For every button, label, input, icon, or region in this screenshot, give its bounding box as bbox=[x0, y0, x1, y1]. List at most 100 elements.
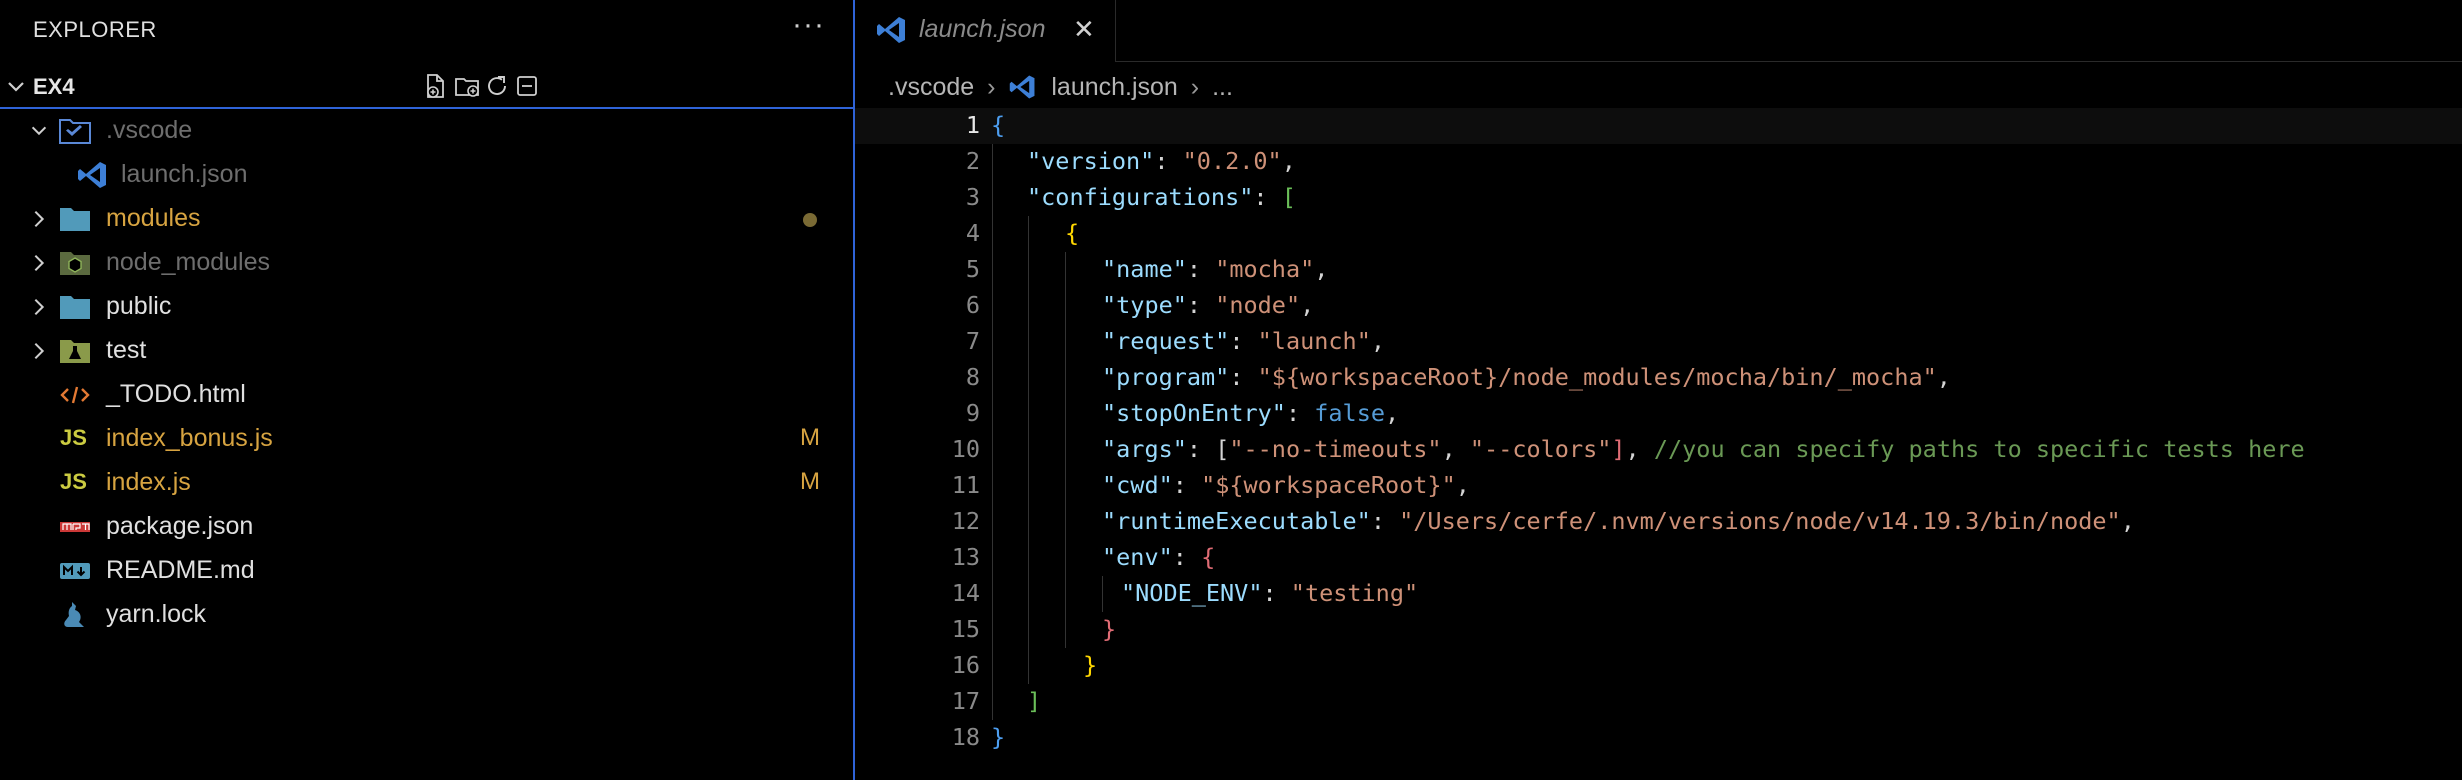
line-number: 18 bbox=[951, 723, 980, 751]
breadcrumb-file[interactable]: launch.json bbox=[1051, 73, 1177, 102]
tree-file-package-json[interactable]: package.json bbox=[0, 504, 853, 548]
vscode-logo-icon bbox=[1010, 75, 1035, 99]
code-text: "NODE_ENV": "testing" bbox=[1121, 579, 1419, 607]
tree-folder-vscode[interactable]: .vscode bbox=[0, 108, 853, 152]
modified-badge: M bbox=[800, 468, 820, 495]
code-line[interactable]: 6 "type": "node", bbox=[855, 288, 2462, 324]
tree-item-label: test bbox=[106, 336, 147, 364]
code-text: "request": "launch", bbox=[1102, 327, 1385, 355]
line-number: 8 bbox=[965, 363, 980, 391]
line-number: 1 bbox=[965, 111, 980, 139]
modified-dot-icon bbox=[803, 213, 817, 227]
more-actions-icon[interactable]: ··· bbox=[792, 8, 825, 42]
vscode-folder-icon bbox=[59, 119, 91, 144]
line-number: 16 bbox=[951, 651, 980, 679]
code-text: } bbox=[991, 723, 1006, 751]
tree-item-label: README.md bbox=[106, 556, 255, 584]
code-text: { bbox=[991, 111, 1006, 139]
code-line[interactable]: 14 "NODE_ENV": "testing" bbox=[855, 576, 2462, 612]
workspace-header[interactable]: EX4 bbox=[0, 67, 853, 109]
code-line[interactable]: 17] bbox=[855, 684, 2462, 720]
yarn-icon bbox=[64, 602, 84, 627]
tree-file-yarn-lock[interactable]: yarn.lock bbox=[0, 592, 853, 636]
code-line[interactable]: 7 "request": "launch", bbox=[855, 324, 2462, 360]
tab-launch-json[interactable]: launch.json ✕ bbox=[855, 0, 1116, 62]
code-text: } bbox=[1102, 615, 1117, 643]
js-file-icon: JS bbox=[60, 469, 87, 494]
tree-item-label: .vscode bbox=[106, 116, 193, 144]
js-file-icon: JS bbox=[60, 425, 87, 450]
chevron-right-icon: › bbox=[1190, 72, 1200, 101]
indent-guide bbox=[1028, 216, 1029, 684]
code-text: "args": ["--no-timeouts", "--colors"], /… bbox=[1102, 435, 2305, 463]
line-number: 6 bbox=[965, 291, 980, 319]
tree-item-label: public bbox=[106, 292, 172, 320]
line-number: 3 bbox=[965, 183, 980, 211]
code-line[interactable]: 16} bbox=[855, 648, 2462, 684]
tree-file-index-js[interactable]: JS index.js M bbox=[0, 460, 853, 504]
tab-bar-divider bbox=[1116, 61, 2462, 62]
code-line[interactable]: 10 "args": ["--no-timeouts", "--colors"],… bbox=[855, 432, 2462, 468]
new-file-icon[interactable] bbox=[420, 71, 450, 101]
chevron-down-icon bbox=[31, 126, 47, 136]
tab-label: launch.json bbox=[919, 15, 1046, 43]
code-line[interactable]: 15} bbox=[855, 612, 2462, 648]
code-text: "type": "node", bbox=[1102, 291, 1315, 319]
test-folder-icon bbox=[60, 340, 90, 363]
code-line[interactable]: 1{ bbox=[855, 108, 2462, 144]
tree-item-label: index_bonus.js bbox=[106, 424, 273, 452]
new-folder-icon[interactable] bbox=[452, 71, 482, 101]
tree-item-label: modules bbox=[106, 204, 201, 232]
breadcrumb-more[interactable]: ... bbox=[1212, 73, 1233, 102]
breadcrumb-folder[interactable]: .vscode bbox=[888, 73, 974, 102]
html-file-icon bbox=[60, 386, 90, 404]
code-line[interactable]: 4{ bbox=[855, 216, 2462, 252]
code-text: "configurations": [ bbox=[1027, 183, 1296, 211]
code-text: "stopOnEntry": false, bbox=[1102, 399, 1400, 427]
line-number: 4 bbox=[965, 219, 980, 247]
code-editor[interactable]: 1{2 "version": "0.2.0", 3 "configurations":… bbox=[855, 108, 2462, 780]
indent-guide bbox=[1102, 576, 1103, 612]
code-text: "cwd": "${workspaceRoot}", bbox=[1102, 471, 1470, 499]
chevron-right-icon bbox=[34, 298, 45, 316]
indent-guide bbox=[992, 144, 993, 720]
line-number: 2 bbox=[965, 147, 980, 175]
code-line[interactable]: 18} bbox=[855, 720, 2462, 756]
tree-file-index-bonus-js[interactable]: JS index_bonus.js M bbox=[0, 416, 853, 460]
code-text: } bbox=[1083, 651, 1098, 679]
code-line[interactable]: 5 "name": "mocha", bbox=[855, 252, 2462, 288]
code-text: "runtimeExecutable": "/Users/cerfe/.nvm/… bbox=[1102, 507, 2135, 535]
chevron-right-icon bbox=[34, 254, 45, 272]
code-line[interactable]: 13 "env": { bbox=[855, 540, 2462, 576]
code-line[interactable]: 2 "version": "0.2.0", bbox=[855, 144, 2462, 180]
tree-file-readme-md[interactable]: README.md bbox=[0, 548, 853, 592]
line-number: 13 bbox=[951, 543, 980, 571]
code-line[interactable]: 11 "cwd": "${workspaceRoot}", bbox=[855, 468, 2462, 504]
refresh-icon[interactable] bbox=[482, 71, 512, 101]
code-line[interactable]: 8 "program": "${workspaceRoot}/node_modul… bbox=[855, 360, 2462, 396]
tree-folder-modules[interactable]: modules bbox=[0, 196, 853, 240]
folder-icon bbox=[60, 208, 90, 231]
code-line[interactable]: 3 "configurations": [ bbox=[855, 180, 2462, 216]
code-text: ] bbox=[1027, 687, 1042, 715]
modified-badge: M bbox=[800, 424, 820, 451]
line-number: 15 bbox=[951, 615, 980, 643]
indent-guide bbox=[1065, 252, 1066, 648]
close-icon[interactable]: ✕ bbox=[1073, 14, 1095, 45]
line-number: 14 bbox=[951, 579, 980, 607]
tree-file-todo-html[interactable]: _TODO.html bbox=[0, 372, 853, 416]
tree-file-launch-json[interactable]: launch.json bbox=[0, 152, 853, 196]
tree-item-label: launch.json bbox=[121, 160, 248, 188]
code-line[interactable]: 9 "stopOnEntry": false, bbox=[855, 396, 2462, 432]
tree-folder-public[interactable]: public bbox=[0, 284, 853, 328]
breadcrumb: .vscode › launch.json › ... bbox=[888, 72, 1233, 106]
tree-folder-node-modules[interactable]: node_modules bbox=[0, 240, 853, 284]
tree-folder-test[interactable]: test bbox=[0, 328, 853, 372]
line-number: 17 bbox=[951, 687, 980, 715]
chevron-right-icon: › bbox=[987, 72, 996, 101]
folder-icon bbox=[60, 296, 90, 319]
line-number: 5 bbox=[965, 255, 980, 283]
collapse-all-icon[interactable] bbox=[512, 71, 542, 101]
markdown-icon bbox=[60, 563, 90, 579]
code-line[interactable]: 12 "runtimeExecutable": "/Users/cerfe/.nv… bbox=[855, 504, 2462, 540]
